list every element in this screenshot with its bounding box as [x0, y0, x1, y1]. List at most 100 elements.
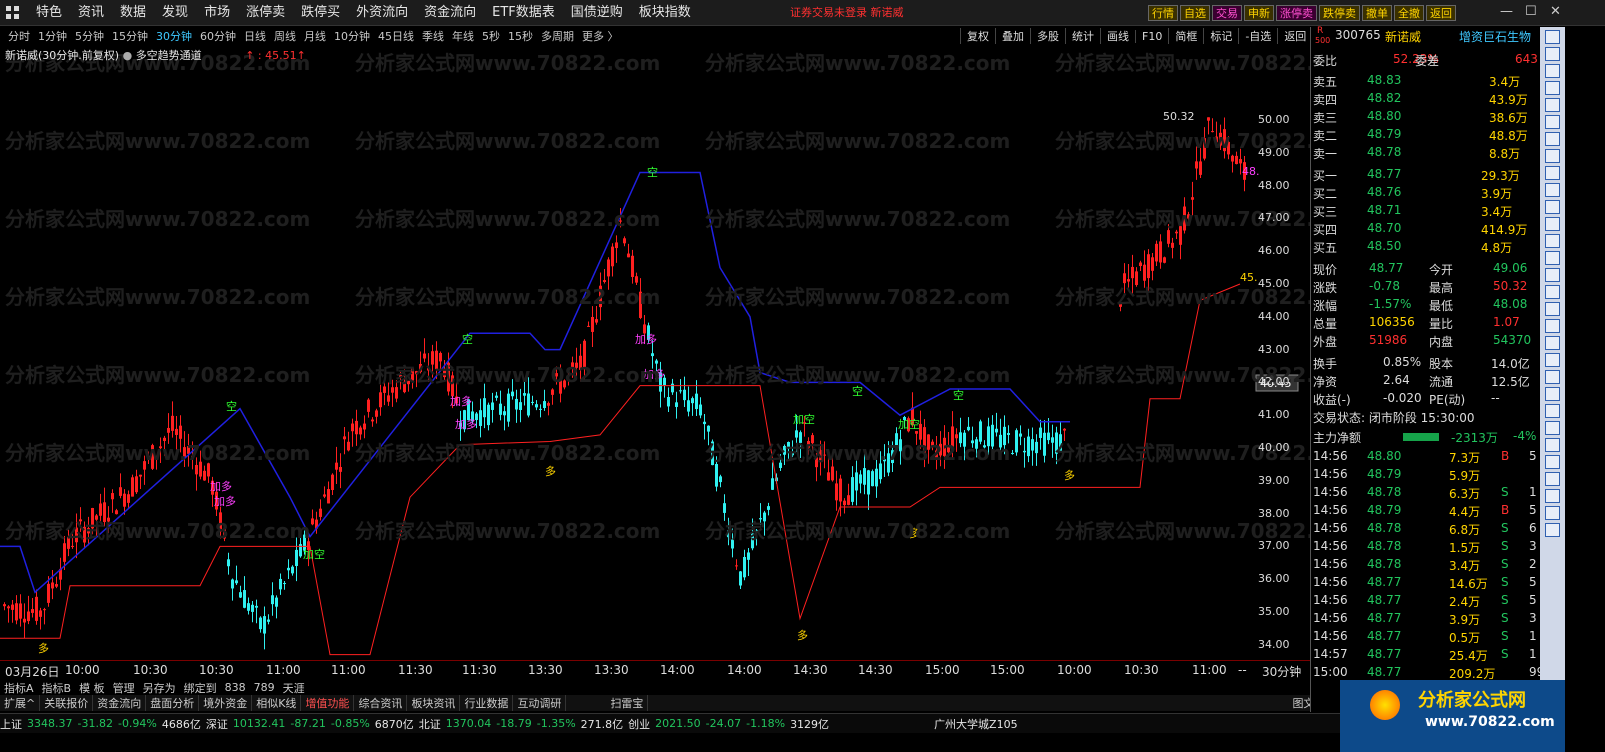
side-tool-icon[interactable] — [1545, 387, 1560, 401]
period-0[interactable]: 分时 — [8, 28, 30, 44]
side-tool-icon[interactable] — [1545, 234, 1560, 248]
bottom-tab-5[interactable]: 相似K线 — [252, 695, 302, 711]
side-tool-icon[interactable] — [1545, 81, 1560, 95]
side-tool-icon[interactable] — [1545, 489, 1560, 503]
menu-item-2[interactable]: 数据 — [120, 0, 146, 26]
indicator-tab-0[interactable]: 指标A — [4, 680, 34, 696]
indicator-tab-5[interactable]: 绑定到 — [184, 680, 217, 696]
side-tool-icon[interactable] — [1545, 370, 1560, 384]
indicator-tab-8[interactable]: 天涯 — [283, 680, 305, 696]
side-tool-icon[interactable] — [1545, 30, 1560, 44]
side-tool-icon[interactable] — [1545, 438, 1560, 452]
period-2[interactable]: 5分钟 — [75, 28, 104, 44]
indicator-tab-4[interactable]: 另存为 — [143, 680, 176, 696]
period-5[interactable]: 60分钟 — [200, 28, 236, 44]
kline-chart[interactable]: 空空空空空多多多多多多加多加多加多加多加多加多加空加空加空50.32—33.07… — [0, 45, 1360, 690]
quick-btn-2[interactable]: 交易 — [1212, 5, 1242, 21]
bottom-tab-6[interactable]: 增值功能 — [301, 695, 355, 711]
side-tool-icon[interactable] — [1545, 166, 1560, 180]
menu-item-4[interactable]: 市场 — [204, 0, 230, 26]
tool-8[interactable]: -自选 — [1238, 28, 1277, 44]
bottom-tab-8[interactable]: 板块资讯 — [407, 695, 461, 711]
menu-item-6[interactable]: 跌停买 — [301, 0, 340, 26]
side-tool-icon[interactable] — [1545, 336, 1560, 350]
side-tool-icon[interactable] — [1545, 200, 1560, 214]
period-13[interactable]: 5秒 — [482, 28, 500, 44]
close-icon[interactable]: ✕ — [1550, 4, 1561, 19]
side-tool-icon[interactable] — [1545, 472, 1560, 486]
period-1[interactable]: 1分钟 — [38, 28, 67, 44]
period-9[interactable]: 10分钟 — [334, 28, 370, 44]
side-tool-icon[interactable] — [1545, 115, 1560, 129]
bottom-tab-10[interactable]: 互动调研 — [513, 695, 567, 711]
side-tool-icon[interactable] — [1545, 149, 1560, 163]
menu-item-0[interactable]: 特色 — [36, 0, 62, 26]
quick-btn-1[interactable]: 自选 — [1180, 5, 1210, 21]
maximize-icon[interactable]: ☐ — [1525, 4, 1537, 19]
period-10[interactable]: 45日线 — [378, 28, 414, 44]
side-tool-icon[interactable] — [1545, 217, 1560, 231]
side-tool-icon[interactable] — [1545, 302, 1560, 316]
menu-item-10[interactable]: 国债逆购 — [571, 0, 623, 26]
tool-9[interactable]: 返回 — [1277, 28, 1312, 44]
menu-item-5[interactable]: 涨停卖 — [246, 0, 285, 26]
quick-btn-4[interactable]: 涨停卖 — [1276, 5, 1317, 21]
tool-0[interactable]: 复权 — [960, 28, 995, 44]
side-tool-icon[interactable] — [1545, 98, 1560, 112]
side-tool-icon[interactable] — [1545, 319, 1560, 333]
indicator-tab-6[interactable]: 838 — [225, 681, 246, 694]
minimize-icon[interactable]: — — [1500, 4, 1513, 19]
period-3[interactable]: 15分钟 — [112, 28, 148, 44]
period-11[interactable]: 季线 — [422, 28, 444, 44]
side-tool-icon[interactable] — [1545, 64, 1560, 78]
tool-1[interactable]: 叠加 — [995, 28, 1030, 44]
side-tool-icon[interactable] — [1545, 285, 1560, 299]
menu-item-1[interactable]: 资讯 — [78, 0, 104, 26]
side-tool-icon[interactable] — [1545, 404, 1560, 418]
period-16[interactable]: 更多 〉 — [582, 28, 619, 44]
quick-btn-6[interactable]: 撤单 — [1362, 5, 1392, 21]
side-tool-icon[interactable] — [1545, 251, 1560, 265]
tool-2[interactable]: 多股 — [1030, 28, 1065, 44]
tool-6[interactable]: 简框 — [1168, 28, 1203, 44]
side-tool-icon[interactable] — [1545, 523, 1560, 537]
menu-item-8[interactable]: 资金流向 — [424, 0, 476, 26]
period-15[interactable]: 多周期 — [541, 28, 574, 44]
period-12[interactable]: 年线 — [452, 28, 474, 44]
tool-7[interactable]: 标记 — [1203, 28, 1238, 44]
tool-5[interactable]: F10 — [1135, 29, 1168, 43]
quick-btn-3[interactable]: 申新 — [1244, 5, 1274, 21]
side-tool-icon[interactable] — [1545, 506, 1560, 520]
period-4[interactable]: 30分钟 — [156, 28, 192, 44]
menu-item-9[interactable]: ETF数据表 — [492, 0, 555, 26]
indicator-tab-3[interactable]: 管理 — [113, 680, 135, 696]
side-tool-icon[interactable] — [1545, 132, 1560, 146]
side-tool-icon[interactable] — [1545, 268, 1560, 282]
indicator-tab-1[interactable]: 指标B — [42, 680, 72, 696]
quick-btn-0[interactable]: 行情 — [1148, 5, 1178, 21]
bottom-tab-0[interactable]: 扩展^ — [0, 695, 41, 711]
period-6[interactable]: 日线 — [244, 28, 266, 44]
indicator-name[interactable]: 多空趋势通道 — [136, 49, 202, 62]
tool-3[interactable]: 统计 — [1065, 28, 1100, 44]
indicator-toggle-icon[interactable]: ● — [123, 49, 133, 62]
quick-btn-5[interactable]: 跌停卖 — [1319, 5, 1360, 21]
period-14[interactable]: 15秒 — [508, 28, 533, 44]
bottom-tab-7[interactable]: 综合资讯 — [354, 695, 408, 711]
side-tool-icon[interactable] — [1545, 353, 1560, 367]
bottom-tab-9[interactable]: 行业数据 — [460, 695, 514, 711]
side-tool-icon[interactable] — [1545, 455, 1560, 469]
bottom-tab-11[interactable]: 扫雷宝 — [606, 695, 649, 711]
app-grid-icon[interactable] — [6, 6, 20, 20]
bottom-tab-1[interactable]: 关联报价 — [40, 695, 94, 711]
quick-btn-7[interactable]: 全撤 — [1394, 5, 1424, 21]
tool-4[interactable]: 画线 — [1100, 28, 1135, 44]
period-8[interactable]: 月线 — [304, 28, 326, 44]
menu-item-3[interactable]: 发现 — [162, 0, 188, 26]
side-tool-icon[interactable] — [1545, 47, 1560, 61]
bottom-tab-3[interactable]: 盘面分析 — [146, 695, 200, 711]
menu-item-11[interactable]: 板块指数 — [639, 0, 691, 26]
menu-item-7[interactable]: 外资流向 — [356, 0, 408, 26]
indicator-tab-2[interactable]: 模 板 — [79, 680, 105, 696]
indicator-tab-7[interactable]: 789 — [254, 681, 275, 694]
